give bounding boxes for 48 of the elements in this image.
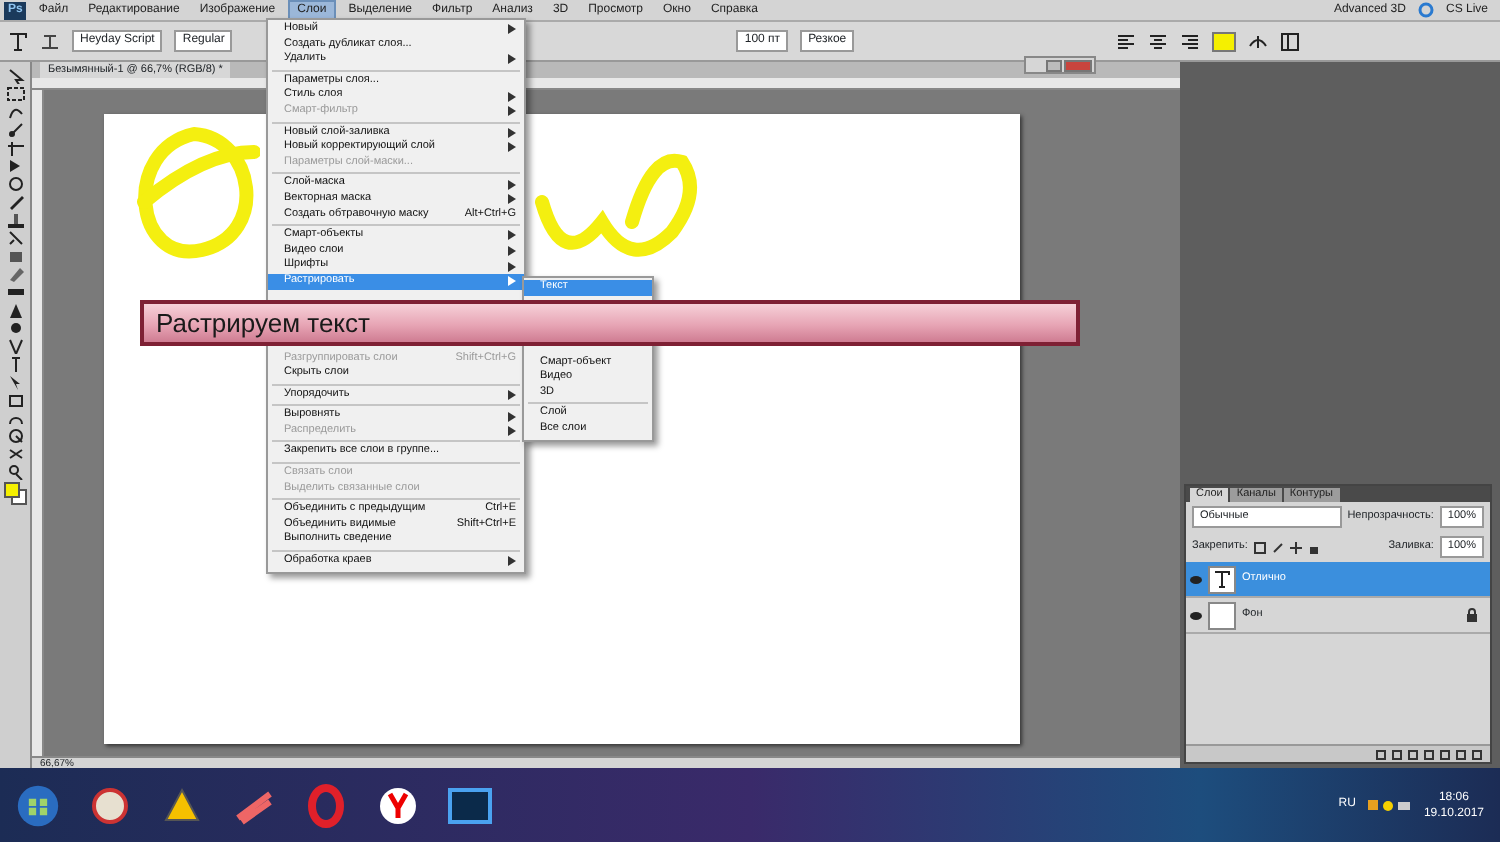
eye-icon[interactable] [1190, 575, 1202, 583]
bar-tool-icon[interactable] [5, 284, 25, 300]
submenu-arrow-icon [508, 556, 516, 567]
brush-tool-icon[interactable] [5, 230, 25, 246]
y-app-icon[interactable] [376, 783, 420, 827]
lasso-tool-icon[interactable] [5, 104, 25, 120]
zoom-tool-icon[interactable] [5, 464, 25, 480]
pen-tool-icon[interactable] [5, 194, 25, 210]
ps-app-icon[interactable] [448, 783, 492, 827]
align-center-icon[interactable] [1148, 31, 1168, 51]
block-tool-icon[interactable] [5, 248, 25, 264]
triangle-app-icon[interactable] [160, 783, 204, 827]
eraser-tool-icon[interactable] [5, 266, 25, 282]
layer-thumbnail [1208, 601, 1236, 629]
stamp-tool-icon[interactable] [5, 212, 25, 228]
submenu-arrow-icon [508, 24, 516, 35]
play-tool-icon[interactable] [5, 158, 25, 174]
triangle-tool-icon[interactable] [5, 302, 25, 318]
wand-tool-icon[interactable] [5, 122, 25, 138]
dot-tool-icon[interactable] [5, 320, 25, 336]
text-color-swatch[interactable] [1212, 31, 1236, 51]
restore-button[interactable] [1046, 59, 1062, 71]
eye-icon[interactable] [1190, 611, 1202, 619]
marquee-tool-icon[interactable] [5, 86, 25, 102]
tray-icons-icon[interactable] [1367, 799, 1412, 811]
orient-text-icon[interactable] [40, 31, 60, 51]
color-swatches-icon[interactable] [3, 482, 27, 506]
pointer-tool-icon[interactable] [5, 374, 25, 390]
warp-text-icon[interactable] [1248, 31, 1268, 51]
type-icon [1214, 570, 1230, 588]
type-tool-icon[interactable] [8, 31, 28, 51]
gear-app-icon[interactable] [88, 783, 132, 827]
move-lock-icon[interactable] [1289, 541, 1302, 553]
lock-pixels-icon[interactable] [1253, 541, 1266, 553]
rectangle-tool-icon[interactable] [5, 392, 25, 408]
cross-tool-icon[interactable] [5, 446, 25, 462]
align-left-icon[interactable] [1116, 31, 1136, 51]
close-button[interactable] [1064, 59, 1092, 71]
start-button-icon[interactable] [16, 783, 60, 827]
align-right-icon[interactable] [1180, 31, 1200, 51]
brush-lock-icon[interactable] [1271, 541, 1284, 553]
cs-live-icon[interactable] [1417, 2, 1434, 18]
caption-banner: Растрируем текст [140, 300, 1080, 346]
ring-app-icon[interactable] [304, 783, 348, 827]
circle-tool-icon[interactable] [5, 176, 25, 192]
crop-tool-icon[interactable] [5, 140, 25, 156]
panel-toggle-icon[interactable] [1280, 31, 1300, 51]
submenu-arrow-icon [508, 54, 516, 65]
